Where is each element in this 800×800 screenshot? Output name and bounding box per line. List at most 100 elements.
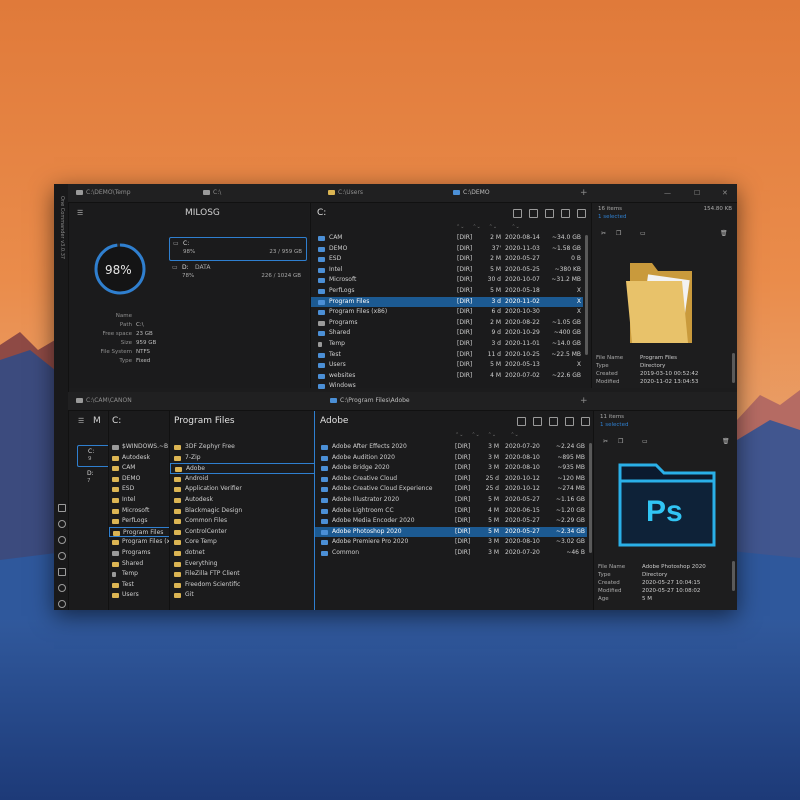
drive-d-item[interactable]: ▭ D: DATA 78% 226 / 1024 GB xyxy=(169,262,305,284)
network-icon[interactable] xyxy=(58,552,66,560)
paste-icon[interactable] xyxy=(549,417,558,426)
tab-program-files-adobe[interactable]: C:\Program Files\Adobe xyxy=(330,392,410,410)
list-item[interactable]: Windows xyxy=(311,381,583,392)
copy-icon[interactable]: ❐ xyxy=(616,231,621,237)
list-item[interactable]: Shared [DIR] 9 d 2020-10-29 ~400 GB xyxy=(311,328,583,339)
tab-users[interactable]: C:\Users xyxy=(328,184,363,202)
copy-icon[interactable]: ❐ xyxy=(618,439,623,445)
list-item[interactable]: DEMO xyxy=(109,474,169,485)
list-item[interactable]: dotnet xyxy=(170,548,314,559)
list-item-selected[interactable]: Program Files xyxy=(109,526,169,538)
list-item[interactable]: Adobe Audition 2020 [DIR] 3 M 2020-08-10 ~89… xyxy=(315,453,587,464)
list-item[interactable]: Programs [DIR] 2 M 2020-08-22 ~1.05 GB xyxy=(311,318,583,329)
list-item[interactable]: Adobe Creative Cloud Experience [DIR] 25 d… xyxy=(315,484,587,495)
list-item[interactable]: Test xyxy=(109,580,169,591)
drive-c-item[interactable]: ▭ C: 98% 23 / 959 GB xyxy=(169,237,307,261)
list-item[interactable]: ESD [DIR] 2 M 2020-05-27 0 B xyxy=(311,254,583,265)
list-item[interactable]: Git xyxy=(170,590,314,601)
list-item[interactable]: Intel [DIR] 5 M 2020-05-25 ~380 KB xyxy=(311,265,583,276)
list-item[interactable]: Everything xyxy=(170,559,314,570)
list-item[interactable]: Temp [DIR] 3 d 2020-11-01 ~14.0 GB xyxy=(311,339,583,350)
history-icon[interactable] xyxy=(58,584,66,592)
menu-icon[interactable]: ☰ xyxy=(77,210,83,217)
copy-icon[interactable] xyxy=(533,417,542,426)
list-item[interactable]: Adobe Media Encoder 2020 [DIR] 5 M 2020-05-… xyxy=(315,516,587,527)
cut-icon[interactable]: ✂ xyxy=(603,439,608,445)
more-icon[interactable] xyxy=(577,209,586,218)
list-item[interactable]: 7-Zip xyxy=(170,453,314,464)
list-item[interactable]: DEMO [DIR] 37' 2020-11-03 ~1.58 GB xyxy=(311,244,583,255)
delete-icon[interactable]: 🗑 xyxy=(720,231,728,237)
cut-icon[interactable] xyxy=(513,209,522,218)
close-button[interactable]: ✕ xyxy=(722,184,728,202)
cut-icon[interactable]: ✂ xyxy=(601,231,606,237)
list-item[interactable]: Autodesk xyxy=(109,453,169,464)
list-item-selected[interactable]: Program Files [DIR] 3 d 2020-11-02 X xyxy=(311,296,583,308)
grid-icon[interactable] xyxy=(58,568,66,576)
list-item[interactable]: Adobe Illustrator 2020 [DIR] 5 M 2020-05-27… xyxy=(315,495,587,506)
vertical-scrollbar[interactable] xyxy=(732,561,735,591)
vertical-scrollbar[interactable] xyxy=(589,443,592,553)
list-item[interactable]: $WINDOWS.~B xyxy=(109,442,169,453)
list-item[interactable]: Microsoft xyxy=(109,506,169,517)
new-folder-icon[interactable] xyxy=(561,209,570,218)
list-item[interactable]: Users [DIR] 5 M 2020-05-13 X xyxy=(311,360,583,371)
list-item[interactable]: PerfLogs xyxy=(109,516,169,527)
vertical-scrollbar[interactable] xyxy=(585,235,588,355)
list-item[interactable]: Temp xyxy=(109,569,169,580)
maximize-button[interactable]: ☐ xyxy=(694,184,700,202)
list-item[interactable]: Program Files (x86) [DIR] 6 d 2020-10-30 X xyxy=(311,307,583,318)
favorites-star-icon[interactable] xyxy=(58,520,66,528)
minimize-button[interactable]: — xyxy=(664,184,671,202)
list-item[interactable]: Common [DIR] 3 M 2020-07-20 ~46 B xyxy=(315,548,587,559)
drive-d-item[interactable]: D: 7 xyxy=(77,468,107,488)
rename-icon[interactable]: ▭ xyxy=(642,439,648,445)
search-icon[interactable] xyxy=(58,536,66,544)
drive-c-item[interactable]: C: 9 xyxy=(77,445,108,467)
list-item[interactable]: CAM [DIR] 2 M 2020-08-14 ~34.0 GB xyxy=(311,233,583,244)
list-item-selected[interactable]: Adobe xyxy=(170,463,314,474)
list-item[interactable]: Android xyxy=(170,474,314,485)
list-item[interactable]: Adobe Premiere Pro 2020 [DIR] 3 M 2020-08-1… xyxy=(315,537,587,548)
list-item[interactable]: Adobe Lightroom CC [DIR] 4 M 2020-06-15 ~1.2… xyxy=(315,506,587,517)
list-item-selected[interactable]: Adobe Photoshop 2020 [DIR] 5 M 2020-05-27 ~2… xyxy=(315,526,587,538)
list-item[interactable]: Shared xyxy=(109,559,169,570)
add-tab-button[interactable]: + xyxy=(580,184,588,202)
list-item[interactable]: Autodesk xyxy=(170,495,314,506)
tab-c-root[interactable]: C:\ xyxy=(203,184,221,202)
paste-icon[interactable] xyxy=(545,209,554,218)
list-item[interactable]: Adobe After Effects 2020 [DIR] 3 M 2020-07-… xyxy=(315,442,587,453)
list-item[interactable]: Common Files xyxy=(170,516,314,527)
tab-cam-canon[interactable]: C:\CAM\CANON xyxy=(76,392,132,410)
tab-demo[interactable]: C:\DEMO xyxy=(453,184,490,202)
sort-arrows[interactable]: ⌃⌄ ⌃⌄ ⌃⌄ ⌃⌄ xyxy=(455,433,519,438)
sort-arrows[interactable]: ⌃⌄ ⌃⌄ ⌃⌄ ⌃⌄ xyxy=(456,225,520,230)
more-icon[interactable] xyxy=(581,417,590,426)
delete-icon[interactable]: 🗑 xyxy=(722,439,730,445)
list-item[interactable]: ESD xyxy=(109,484,169,495)
add-tab-button[interactable]: + xyxy=(580,392,588,410)
menu-icon[interactable]: ☰ xyxy=(78,418,84,425)
list-item[interactable]: Core Temp xyxy=(170,537,314,548)
tab-demo-temp[interactable]: C:\DEMO\Temp xyxy=(76,184,131,202)
list-item[interactable]: Test [DIR] 11 d 2020-10-25 ~22.5 MB xyxy=(311,350,583,361)
collapse-icon[interactable] xyxy=(58,504,66,512)
list-item[interactable]: Adobe Bridge 2020 [DIR] 3 M 2020-08-10 ~935 … xyxy=(315,463,587,474)
list-item[interactable]: Blackmagic Design xyxy=(170,506,314,517)
list-item[interactable]: Adobe Creative Cloud [DIR] 25 d 2020-10-12 ~… xyxy=(315,474,587,485)
new-folder-icon[interactable] xyxy=(565,417,574,426)
list-item[interactable]: ControlCenter xyxy=(170,527,314,538)
list-item[interactable]: Users xyxy=(109,590,169,601)
list-item[interactable]: Programs xyxy=(109,548,169,559)
list-item[interactable]: FileZilla FTP Client xyxy=(170,569,314,580)
list-item[interactable]: Program Files (x86) xyxy=(109,537,169,548)
cut-icon[interactable] xyxy=(517,417,526,426)
rename-icon[interactable]: ▭ xyxy=(640,231,646,237)
list-item[interactable]: Intel xyxy=(109,495,169,506)
list-item[interactable]: Microsoft [DIR] 30 d 2020-10-07 ~31.2 MB xyxy=(311,275,583,286)
list-item[interactable]: Freedom Scientific xyxy=(170,580,314,591)
vertical-scrollbar[interactable] xyxy=(732,353,735,383)
list-item[interactable]: Application Verifier xyxy=(170,484,314,495)
list-item[interactable]: CAM xyxy=(109,463,169,474)
list-item[interactable]: websites [DIR] 4 M 2020-07-02 ~22.6 GB xyxy=(311,371,583,382)
